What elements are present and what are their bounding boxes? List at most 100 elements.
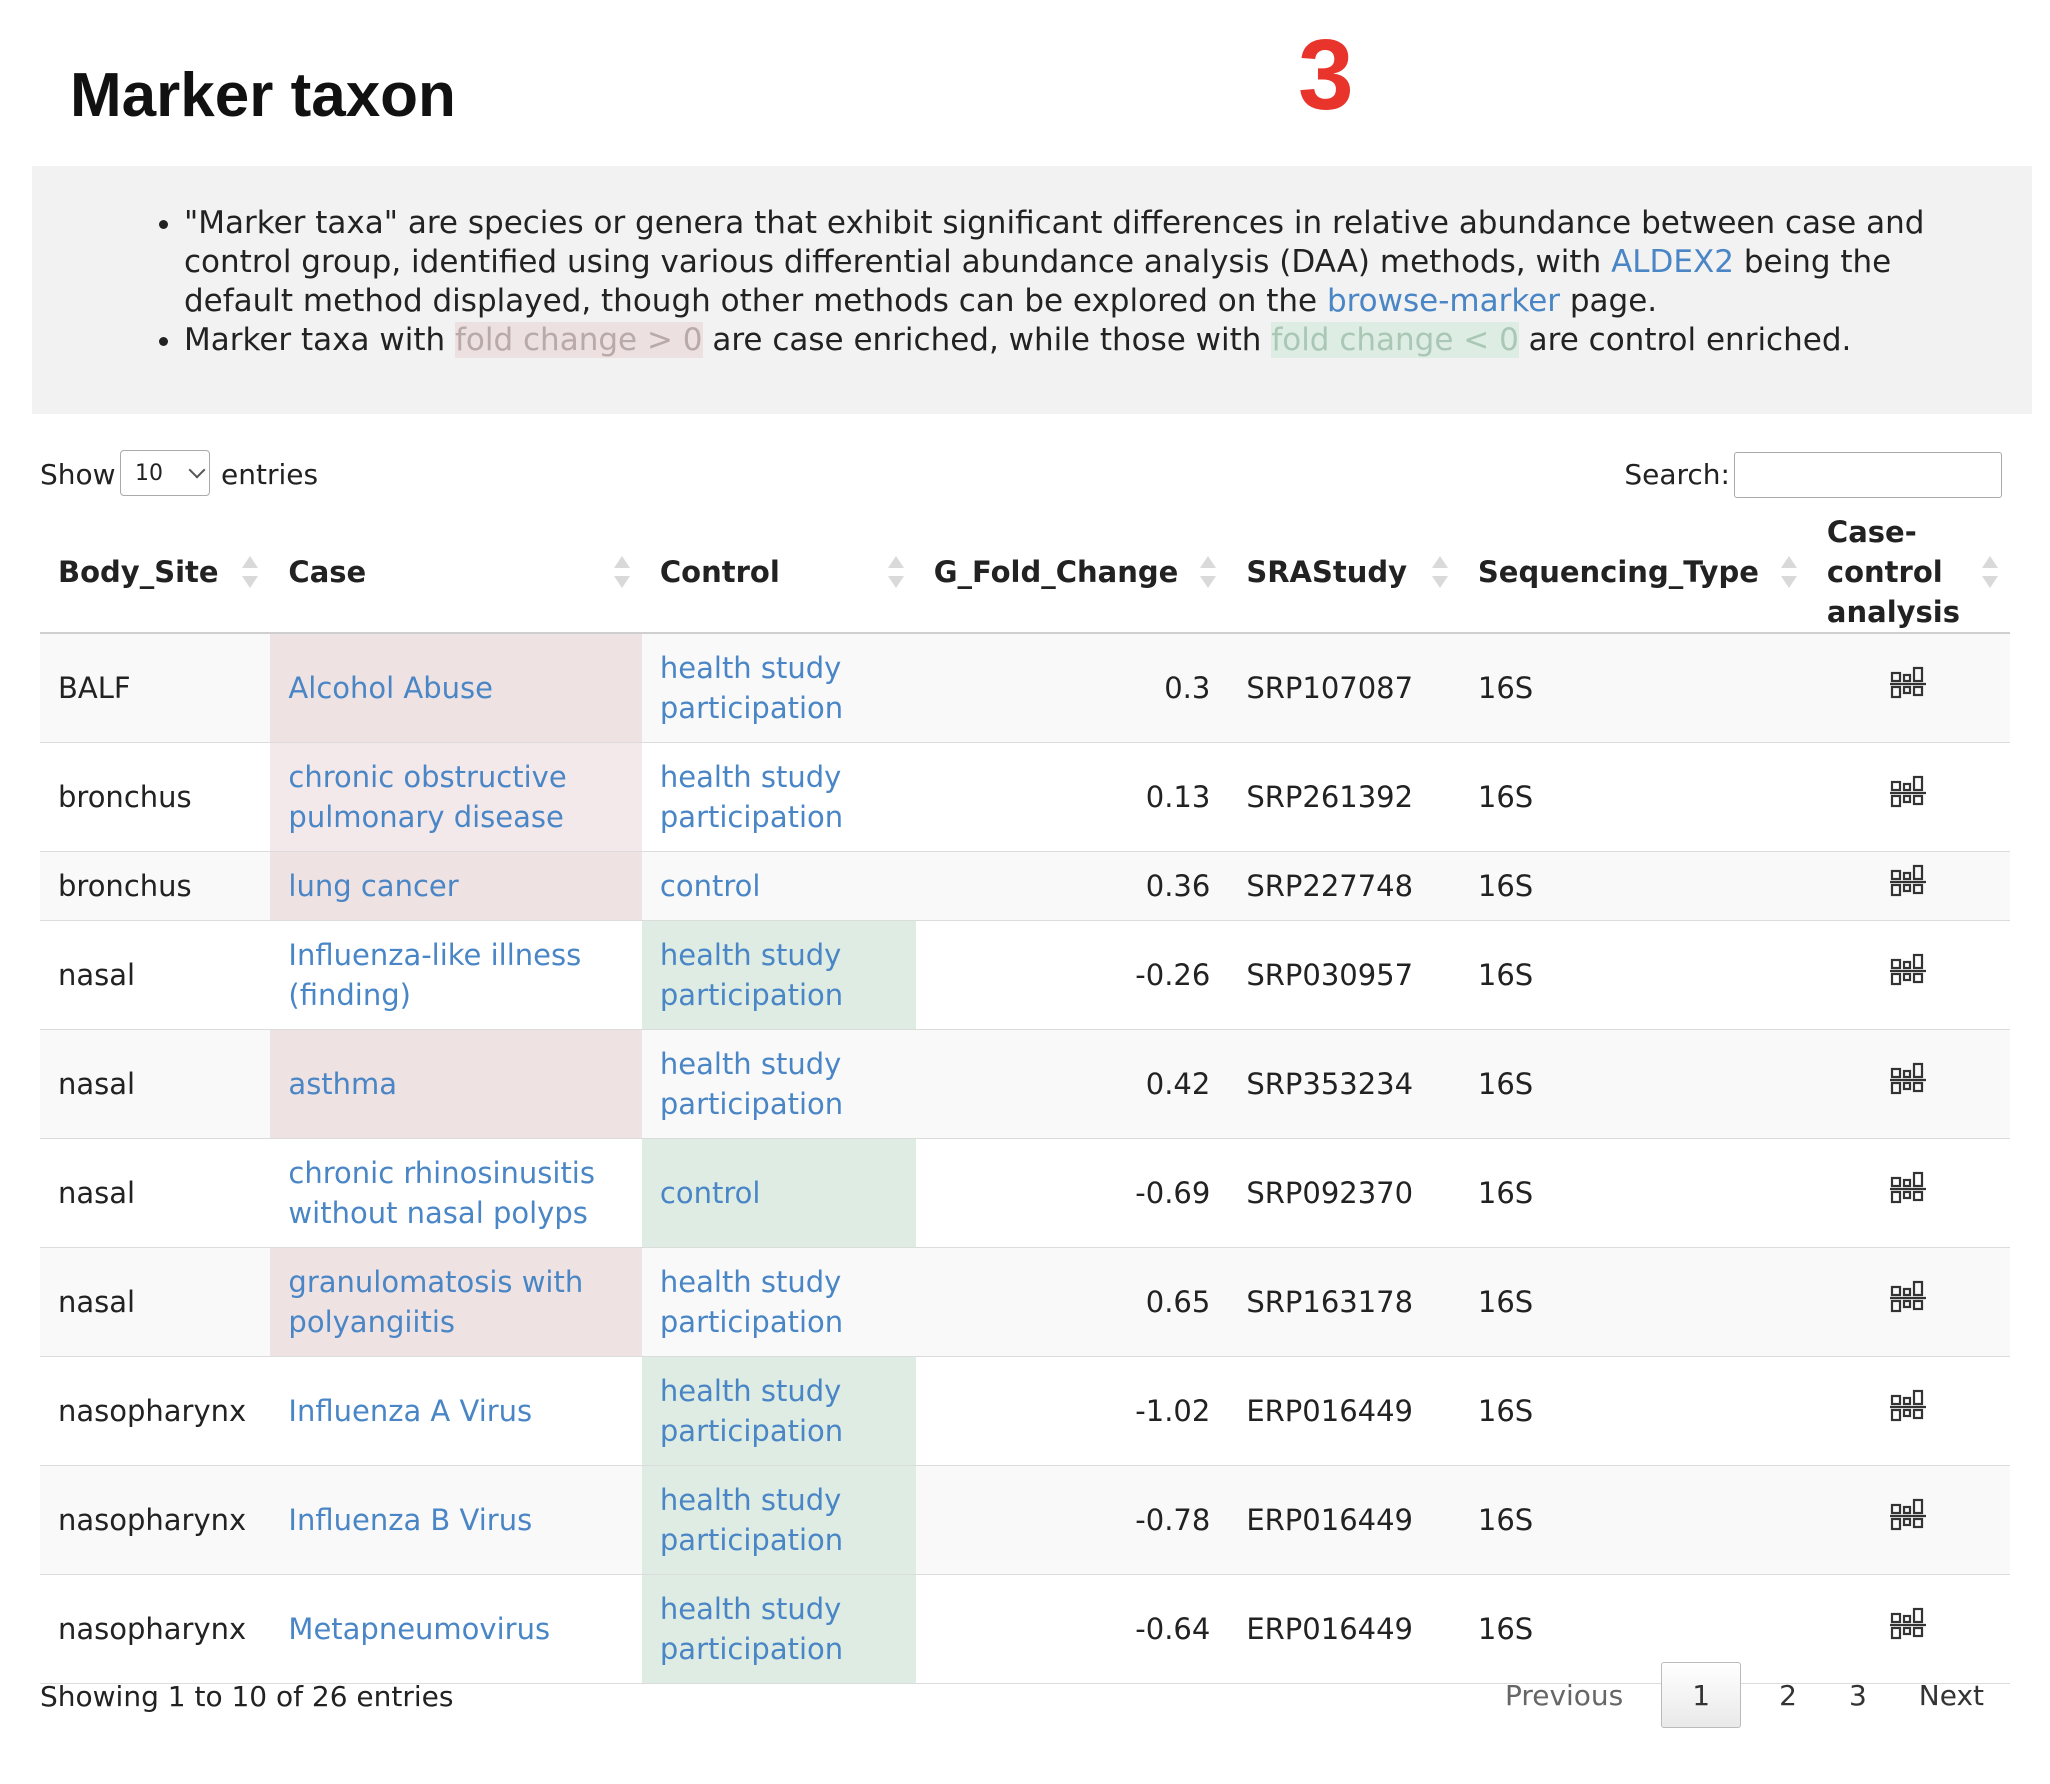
case-link[interactable]: granulomatosis with polyangiitis	[270, 1247, 642, 1357]
col-header-fold-change[interactable]: G_Fold_Change	[915, 512, 1229, 634]
srastudy-cell: ERP016449	[1228, 1356, 1460, 1466]
sequencing-type-cell: 16S	[1459, 1465, 1809, 1575]
case-link[interactable]: chronic obstructive pulmonary disease	[270, 742, 642, 852]
case-control-analysis-icon[interactable]	[1889, 950, 1929, 1000]
control-link[interactable]: control	[641, 851, 916, 921]
srastudy-cell: SRP092370	[1228, 1138, 1460, 1248]
srastudy-cell: SRP353234	[1228, 1029, 1460, 1139]
case-link[interactable]: Alcohol Abuse	[270, 633, 642, 743]
page-length-value: 10	[135, 461, 163, 486]
page-number-badge: 3	[1298, 19, 1354, 131]
sequencing-type-cell: 16S	[1459, 1247, 1809, 1357]
page-button-2[interactable]: 2	[1753, 1679, 1823, 1712]
srastudy-cell: SRP107087	[1228, 633, 1460, 743]
search-label: Search:	[1624, 458, 1730, 491]
page-title: Marker taxon	[70, 61, 456, 130]
case-control-analysis-icon[interactable]	[1889, 1604, 1929, 1654]
case-control-analysis-icon[interactable]	[1889, 1059, 1929, 1109]
header-label: G_Fold_Change	[933, 555, 1179, 589]
case-link[interactable]: Metapneumovirus	[270, 1574, 642, 1684]
srastudy-cell: ERP016449	[1228, 1574, 1460, 1684]
sort-icon	[1200, 556, 1217, 588]
body-site-cell: nasal	[40, 1247, 271, 1357]
col-header-control[interactable]: Control	[641, 512, 916, 634]
sequencing-type-cell: 16S	[1459, 920, 1809, 1030]
sort-icon	[1780, 556, 1797, 588]
srastudy-cell: SRP163178	[1228, 1247, 1460, 1357]
control-link[interactable]: health study participation	[641, 1356, 916, 1466]
info-text: Marker taxa with	[184, 322, 455, 358]
case-link[interactable]: Influenza-like illness (finding)	[270, 920, 642, 1030]
control-link[interactable]: control	[641, 1138, 916, 1248]
info-bullet-2: Marker taxa with fold change > 0 are cas…	[184, 321, 1982, 360]
case-link[interactable]: asthma	[270, 1029, 642, 1139]
case-control-analysis-icon[interactable]	[1889, 663, 1929, 713]
info-box: "Marker taxa" are species or genera that…	[32, 166, 2032, 414]
page-button-1[interactable]: 1	[1661, 1662, 1742, 1728]
control-link[interactable]: health study participation	[641, 1465, 916, 1575]
sequencing-type-cell: 16S	[1459, 1029, 1809, 1139]
control-link[interactable]: health study participation	[641, 920, 916, 1030]
aldex2-link[interactable]: ALDEX2	[1611, 244, 1734, 280]
fold-change-cell: 0.36	[915, 851, 1229, 921]
fold-change-cell: 0.3	[915, 633, 1229, 743]
case-control-cell	[1808, 920, 2010, 1030]
info-text: page.	[1560, 283, 1658, 319]
page-length-select[interactable]: 10	[120, 450, 210, 496]
case-link[interactable]: lung cancer	[270, 851, 642, 921]
case-control-analysis-icon[interactable]	[1889, 1495, 1929, 1545]
previous-button[interactable]: Previous	[1479, 1679, 1649, 1712]
info-bullet-1: "Marker taxa" are species or genera that…	[184, 204, 1982, 321]
case-link[interactable]: Influenza A Virus	[270, 1356, 642, 1466]
table-row: nasal Influenza-like illness (finding) h…	[40, 920, 2010, 1030]
srastudy-cell: SRP227748	[1228, 851, 1460, 921]
fold-change-cell: -0.78	[915, 1465, 1229, 1575]
case-control-analysis-icon[interactable]	[1889, 1277, 1929, 1327]
col-header-srastudy[interactable]: SRAStudy	[1228, 512, 1460, 634]
col-header-case-control-analysis[interactable]: Case-control analysis	[1808, 512, 2010, 634]
browse-marker-link[interactable]: browse-marker	[1327, 283, 1560, 319]
case-link[interactable]: chronic rhinosinusitis without nasal pol…	[270, 1138, 642, 1248]
body-site-cell: bronchus	[40, 742, 271, 852]
control-enriched-highlight: fold change < 0	[1271, 322, 1519, 358]
control-link[interactable]: health study participation	[641, 1029, 916, 1139]
info-text: are control enriched.	[1518, 322, 1852, 358]
control-link[interactable]: health study participation	[641, 633, 916, 743]
next-button[interactable]: Next	[1893, 1679, 2010, 1712]
case-link[interactable]: Influenza B Virus	[270, 1465, 642, 1575]
case-control-analysis-icon[interactable]	[1889, 1168, 1929, 1218]
fold-change-cell: -1.02	[915, 1356, 1229, 1466]
body-site-cell: nasopharynx	[40, 1574, 271, 1684]
case-control-cell	[1808, 742, 2010, 852]
control-link[interactable]: health study participation	[641, 742, 916, 852]
fold-change-cell: -0.64	[915, 1574, 1229, 1684]
col-header-case[interactable]: Case	[270, 512, 642, 634]
header-label: Sequencing_Type	[1477, 555, 1759, 589]
header-label: Control	[659, 555, 780, 589]
table-toolbar: Show 10 entries Search:	[40, 450, 2002, 502]
header-label: SRAStudy	[1246, 555, 1408, 589]
table-row: nasal chronic rhinosinusitis without nas…	[40, 1138, 2010, 1248]
col-header-body-site[interactable]: Body_Site	[40, 512, 271, 634]
marker-table: Body_Site Case Control G_Fold_Change SRA…	[40, 512, 2010, 1684]
case-control-analysis-icon[interactable]	[1889, 1386, 1929, 1436]
sequencing-type-cell: 16S	[1459, 1356, 1809, 1466]
case-control-analysis-icon[interactable]	[1889, 861, 1929, 911]
header-label: Case	[288, 555, 367, 589]
fold-change-cell: 0.65	[915, 1247, 1229, 1357]
fold-change-cell: 0.13	[915, 742, 1229, 852]
case-control-analysis-icon[interactable]	[1889, 772, 1929, 822]
control-link[interactable]: health study participation	[641, 1247, 916, 1357]
case-control-cell	[1808, 1138, 2010, 1248]
page-button-3[interactable]: 3	[1823, 1679, 1893, 1712]
srastudy-cell: SRP261392	[1228, 742, 1460, 852]
search-input[interactable]	[1734, 452, 2002, 498]
case-control-cell	[1808, 1356, 2010, 1466]
control-link[interactable]: health study participation	[641, 1574, 916, 1684]
col-header-sequencing-type[interactable]: Sequencing_Type	[1459, 512, 1809, 634]
fold-change-cell: 0.42	[915, 1029, 1229, 1139]
chevron-down-icon	[188, 461, 206, 479]
info-text: are case enriched, while those with	[702, 322, 1272, 358]
header-label: Case-control analysis	[1826, 515, 1960, 629]
fold-change-cell: -0.26	[915, 920, 1229, 1030]
